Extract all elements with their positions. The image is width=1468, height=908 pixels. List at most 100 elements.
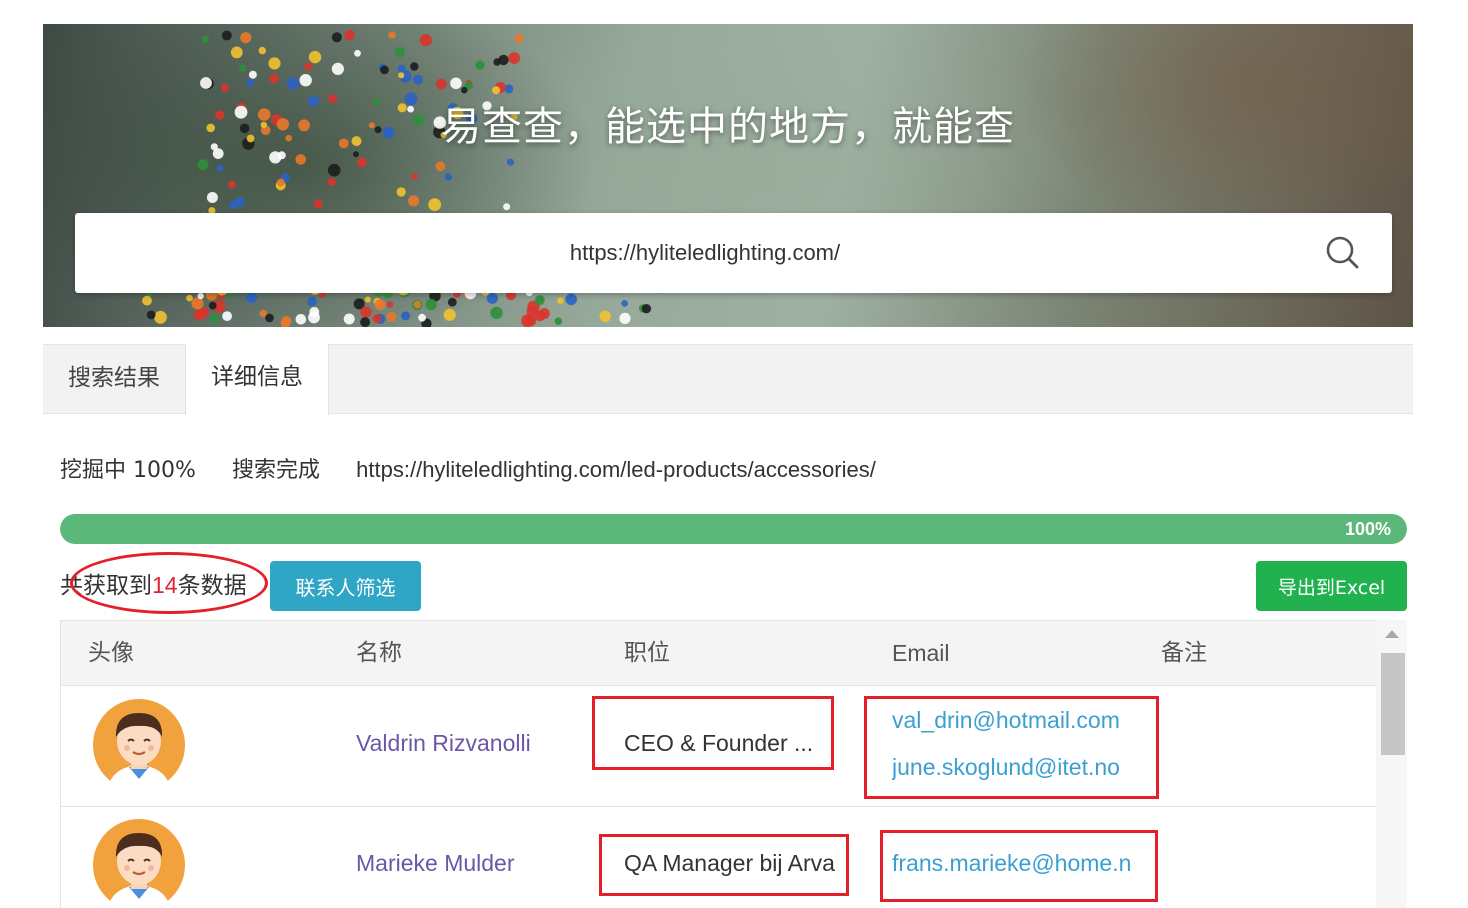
map-pin: [503, 203, 511, 211]
map-pin: [276, 178, 285, 187]
map-pin: [360, 306, 372, 318]
map-pin: [490, 306, 503, 320]
search-box: [75, 213, 1392, 293]
map-pin: [413, 300, 422, 309]
map-pin: [386, 301, 394, 308]
progress-bar: 100%: [60, 514, 1407, 544]
map-pin: [308, 50, 322, 64]
map-pin: [475, 60, 485, 70]
status-line: 挖掘中 100% 搜索完成 https://hyliteledlighting.…: [60, 452, 876, 488]
scrollbar-thumb[interactable]: [1381, 653, 1405, 755]
map-pin: [450, 77, 462, 90]
map-pin: [428, 198, 442, 212]
map-pin: [401, 311, 411, 321]
search-icon[interactable]: [1324, 234, 1362, 272]
column-header-note: 备注: [1161, 640, 1207, 666]
map-pin: [344, 29, 355, 41]
search-input[interactable]: [75, 213, 1335, 293]
result-count-suffix: 条数据: [177, 573, 247, 599]
current-url-text: https://hyliteledlighting.com/led-produc…: [356, 457, 876, 482]
map-pin: [209, 313, 220, 324]
map-pin: [506, 158, 514, 166]
map-pin: [443, 308, 456, 321]
map-pin: [353, 151, 359, 158]
map-pin: [419, 34, 432, 47]
map-pin: [197, 159, 209, 171]
map-pin: [354, 49, 361, 57]
contact-email-link[interactable]: frans.marieke@home.n: [892, 850, 1138, 877]
table-scrollbar[interactable]: [1376, 620, 1407, 908]
map-pin: [186, 294, 193, 302]
map-pin: [534, 295, 545, 306]
table-header: 头像 名称 职位 Email 备注: [61, 620, 1376, 686]
map-pin: [508, 52, 521, 64]
map-pin: [372, 314, 382, 324]
map-pin: [599, 310, 611, 322]
map-pin: [394, 47, 406, 58]
scroll-up-arrow-icon[interactable]: [1385, 630, 1399, 638]
export-excel-button[interactable]: 导出到Excel: [1256, 561, 1407, 611]
map-pin: [146, 310, 156, 320]
contact-filter-button[interactable]: 联系人筛选: [270, 561, 421, 611]
map-pin: [206, 192, 218, 203]
map-pin: [641, 304, 652, 314]
contacts-table: 头像 名称 职位 Email 备注 Valdrin Rizvanolli CEO…: [60, 620, 1407, 908]
map-pin: [286, 77, 300, 90]
map-pin: [327, 177, 336, 187]
tab-details[interactable]: 详细信息: [185, 344, 329, 415]
map-pin: [554, 317, 563, 326]
map-pin: [435, 161, 446, 172]
map-pin: [425, 298, 437, 311]
map-pin: [154, 310, 167, 324]
map-pin: [461, 86, 468, 94]
map-pin: [418, 313, 426, 322]
progress-bar-label: 100%: [1344, 519, 1391, 539]
map-pin: [191, 297, 204, 310]
map-pin: [388, 31, 396, 39]
contact-position: QA Manager bij Arva: [624, 850, 835, 876]
map-pin: [240, 32, 252, 44]
map-pin: [142, 295, 152, 306]
column-header-name: 名称: [356, 640, 402, 666]
map-pin: [239, 64, 247, 72]
tab-search-results[interactable]: 搜索结果: [43, 345, 185, 414]
map-pin: [295, 154, 306, 165]
map-pin: [396, 187, 406, 197]
map-pin: [200, 77, 212, 89]
table-row: Valdrin Rizvanolli CEO & Founder ... val…: [61, 687, 1376, 807]
column-header-email: Email: [892, 640, 950, 666]
map-pin: [539, 308, 550, 319]
map-pin: [514, 33, 524, 44]
map-pin: [234, 196, 245, 208]
map-pin: [295, 314, 307, 325]
contact-email-link[interactable]: june.skoglund@itet.no: [892, 754, 1120, 781]
hero-banner: 易查查，能选中的地方，就能查: [43, 24, 1413, 327]
column-header-position: 职位: [624, 640, 670, 666]
result-count-prefix: 共获取到: [60, 573, 152, 599]
contact-name-link[interactable]: Valdrin Rizvanolli: [356, 730, 531, 757]
result-count-number: 14: [152, 572, 178, 598]
contact-name-link[interactable]: Marieke Mulder: [356, 850, 515, 877]
map-pin: [220, 83, 229, 93]
map-pin: [410, 62, 419, 71]
map-pin: [380, 65, 389, 75]
map-pin: [364, 296, 371, 303]
map-pin: [447, 297, 457, 307]
map-pin: [360, 317, 371, 327]
map-pin: [331, 32, 342, 43]
result-count: 共获取到14条数据: [60, 566, 247, 604]
map-pin: [411, 173, 418, 180]
map-pin: [299, 74, 312, 87]
map-pin: [193, 309, 206, 321]
map-pin: [408, 195, 420, 207]
map-pin: [228, 180, 236, 189]
map-pin: [565, 293, 577, 306]
contact-email-link[interactable]: val_drin@hotmail.com: [892, 707, 1120, 734]
avatar-icon: [93, 699, 185, 791]
map-pin: [397, 64, 406, 73]
map-pin: [435, 78, 447, 90]
map-pin: [357, 157, 367, 168]
tab-bar: 搜索结果 详细信息: [43, 344, 1413, 415]
map-pin: [265, 313, 274, 323]
map-pin: [222, 311, 233, 321]
